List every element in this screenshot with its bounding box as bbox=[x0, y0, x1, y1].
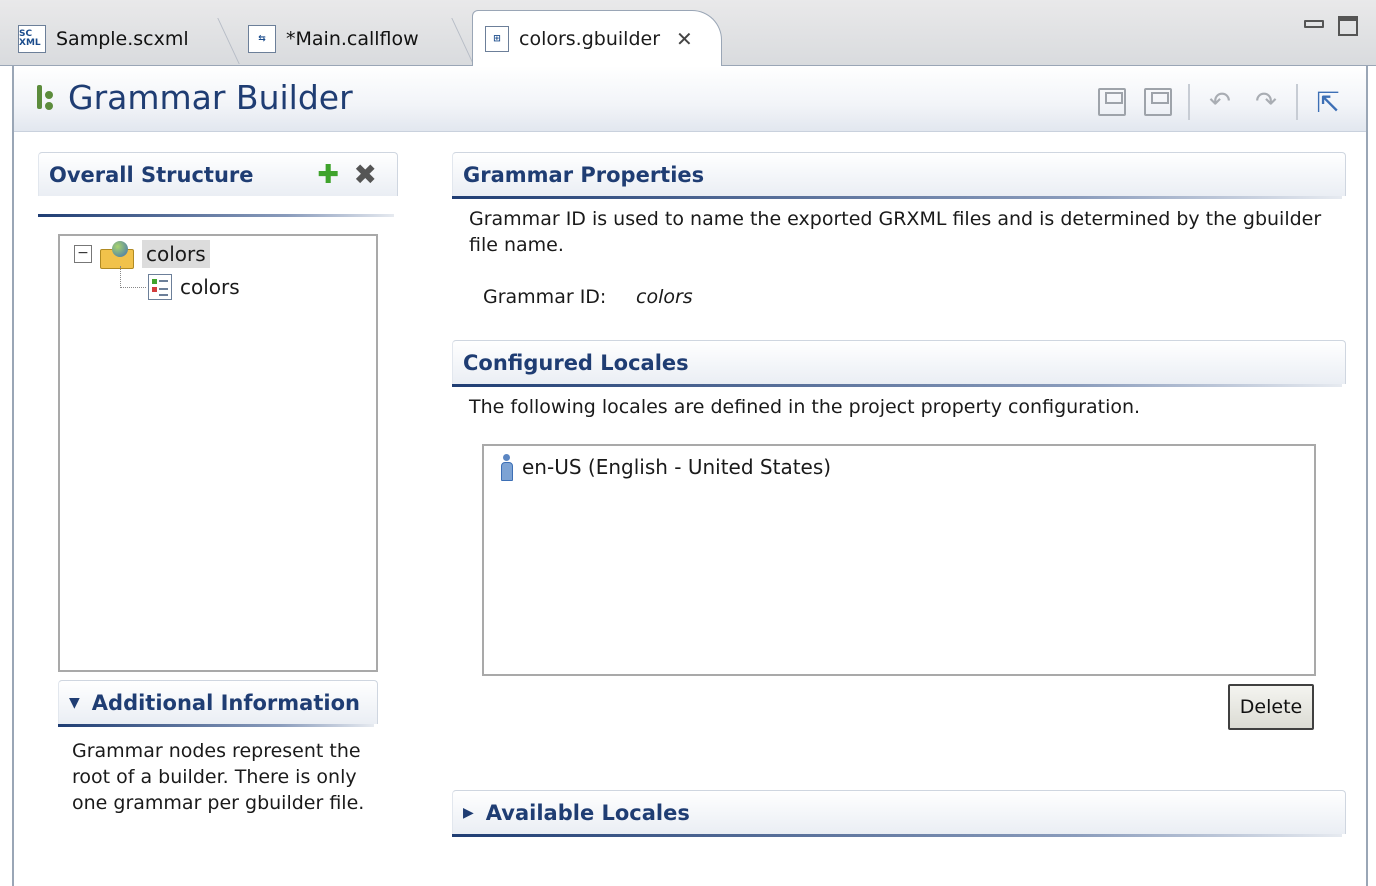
section-divider bbox=[452, 384, 1342, 387]
additional-information-header[interactable]: ▼ Additional Information bbox=[58, 680, 378, 724]
editor-tab-strip: SC XML Sample.scxml ⇆ *Main.callflow ⊞ c… bbox=[0, 0, 1376, 67]
add-icon[interactable]: ✚ bbox=[317, 162, 339, 188]
overall-structure-header: Overall Structure ✚ ✖ bbox=[38, 152, 398, 196]
tree-node-label: colors bbox=[142, 240, 210, 268]
window-controls bbox=[1304, 16, 1358, 36]
undo-icon[interactable]: ↶ bbox=[1204, 86, 1236, 118]
tab-label: Sample.scxml bbox=[56, 28, 189, 50]
editor-title: Grammar Builder bbox=[34, 78, 353, 117]
section-divider bbox=[58, 724, 374, 727]
section-divider bbox=[452, 834, 1342, 837]
grammar-folder-icon bbox=[100, 241, 134, 269]
remove-icon[interactable]: ✖ bbox=[354, 161, 377, 189]
configured-locales-header: Configured Locales bbox=[452, 340, 1346, 384]
section-divider bbox=[38, 214, 394, 217]
grammar-properties-header: Grammar Properties bbox=[452, 152, 1346, 196]
maximize-icon[interactable] bbox=[1338, 16, 1358, 36]
additional-information-title: Additional Information bbox=[91, 690, 360, 715]
grammar-properties-title: Grammar Properties bbox=[463, 162, 705, 187]
save-all-icon[interactable] bbox=[1142, 86, 1174, 118]
save-icon[interactable] bbox=[1096, 86, 1128, 118]
configured-locales-list[interactable]: en-US (English - United States) bbox=[482, 444, 1316, 676]
configured-locales-title: Configured Locales bbox=[463, 350, 689, 375]
callflow-file-icon: ⇆ bbox=[248, 25, 276, 53]
locale-person-icon bbox=[500, 454, 513, 481]
tab-label: *Main.callflow bbox=[286, 28, 419, 50]
gbuilder-file-icon: ⊞ bbox=[485, 26, 509, 52]
editor-title-text: Grammar Builder bbox=[68, 78, 353, 117]
grammar-builder-editor: Grammar Builder ↶ ↷ ⇱ Overall Structure … bbox=[12, 66, 1368, 886]
grammar-id-label: Grammar ID: bbox=[483, 286, 607, 308]
minimize-icon[interactable] bbox=[1304, 20, 1324, 28]
list-item[interactable]: en-US (English - United States) bbox=[500, 454, 832, 481]
available-locales-title: Available Locales bbox=[485, 800, 690, 825]
section-divider bbox=[452, 196, 1342, 199]
expand-triangle-down-icon: ▼ bbox=[69, 694, 80, 711]
locale-label: en-US (English - United States) bbox=[522, 455, 832, 479]
editor-toolbar: ↶ ↷ ⇱ bbox=[1096, 84, 1344, 120]
structure-tree[interactable]: − colors colors bbox=[58, 234, 378, 672]
tab-label: colors.gbuilder bbox=[519, 28, 661, 50]
grammar-builder-icon bbox=[34, 83, 56, 113]
rule-icon bbox=[148, 274, 172, 300]
tree-node-grammar[interactable]: − colors bbox=[74, 240, 210, 269]
additional-information-text: Grammar nodes represent the root of a bu… bbox=[72, 740, 365, 814]
overall-structure-title: Overall Structure bbox=[49, 162, 254, 187]
redo-icon[interactable]: ↷ bbox=[1250, 86, 1282, 118]
scxml-file-icon: SC XML bbox=[18, 25, 46, 53]
editor-header: Grammar Builder ↶ ↷ ⇱ bbox=[14, 66, 1366, 132]
grammar-properties-description: Grammar ID is used to name the exported … bbox=[469, 208, 1322, 256]
available-locales-header[interactable]: ▶ Available Locales bbox=[452, 790, 1346, 834]
tab-colors-gbuilder[interactable]: ⊞ colors.gbuilder ✕ bbox=[472, 10, 722, 67]
grammar-id-value: colors bbox=[636, 286, 693, 308]
delete-button[interactable]: Delete bbox=[1228, 684, 1314, 730]
toolbar-separator bbox=[1296, 84, 1298, 120]
expand-triangle-right-icon: ▶ bbox=[463, 804, 474, 821]
export-icon[interactable]: ⇱ bbox=[1312, 86, 1344, 119]
tree-connector bbox=[120, 266, 146, 288]
collapse-icon[interactable]: − bbox=[74, 245, 92, 263]
close-tab-icon[interactable]: ✕ bbox=[676, 27, 693, 51]
tree-node-rule[interactable]: colors bbox=[148, 274, 240, 300]
tree-node-label: colors bbox=[180, 275, 240, 299]
configured-locales-description: The following locales are defined in the… bbox=[469, 396, 1141, 418]
tab-sample-scxml[interactable]: SC XML Sample.scxml bbox=[6, 14, 236, 64]
toolbar-separator bbox=[1188, 84, 1190, 120]
tab-main-callflow[interactable]: ⇆ *Main.callflow bbox=[236, 14, 468, 64]
